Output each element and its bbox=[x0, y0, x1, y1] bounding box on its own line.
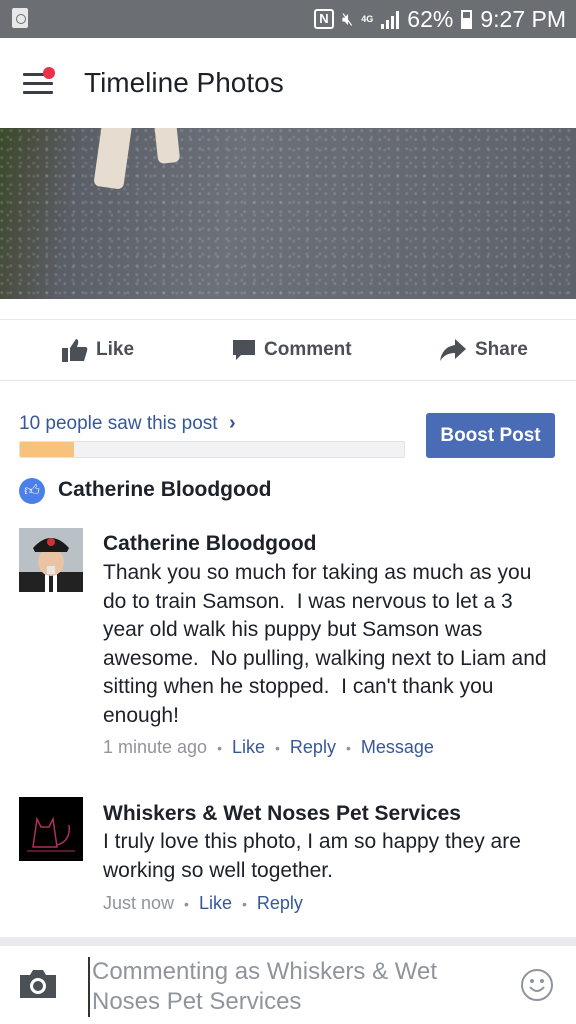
separator-dot: • bbox=[184, 895, 189, 912]
comment-text: Thank you so much for taking as much as … bbox=[103, 561, 553, 727]
comment-button[interactable]: Comment bbox=[232, 320, 352, 380]
child-avatar-image bbox=[19, 528, 83, 592]
separator-dot: • bbox=[217, 739, 222, 756]
comment-like-link[interactable]: Like bbox=[232, 737, 265, 758]
comment-icon bbox=[233, 340, 255, 360]
signal-icon bbox=[381, 9, 400, 29]
network-type-icon: 4G bbox=[361, 13, 374, 24]
comment-text: I truly love this photo, I am so happy t… bbox=[103, 830, 527, 882]
separator-dot: • bbox=[241, 895, 247, 912]
like-button[interactable]: Like bbox=[62, 320, 134, 380]
smiley-face bbox=[529, 979, 545, 992]
liker-name[interactable]: Catherine Bloodgood bbox=[58, 478, 272, 502]
pet-services-logo bbox=[19, 797, 83, 861]
comment-message-link[interactable]: Message bbox=[361, 737, 434, 758]
separator-dot: • bbox=[275, 739, 280, 756]
share-icon bbox=[440, 339, 466, 361]
post-reach-link[interactable]: 10 people saw this post bbox=[19, 413, 218, 435]
thumbs-up-icon bbox=[62, 339, 88, 362]
nfc-icon: N bbox=[313, 9, 334, 29]
like-label: Like bbox=[96, 339, 135, 360]
comment-reply-link[interactable]: Reply bbox=[257, 893, 303, 914]
boost-post-button[interactable]: Boost Post bbox=[426, 413, 555, 458]
menu-notification-dot bbox=[43, 67, 55, 79]
comment-input[interactable]: Commenting as Whiskers & Wet Noses Pet S… bbox=[88, 957, 488, 1017]
comment-timestamp: 1 minute ago bbox=[103, 737, 208, 757]
comment-label: Comment bbox=[264, 339, 352, 360]
separator-dot: • bbox=[345, 739, 351, 756]
mute-icon: 🔇︎ bbox=[341, 8, 354, 29]
post-actions: Like Comment Share bbox=[0, 319, 576, 381]
app-bar: Timeline Photos bbox=[0, 38, 576, 128]
composer-divider bbox=[0, 937, 576, 946]
emoji-icon[interactable] bbox=[521, 969, 553, 1001]
battery-percent: 62% bbox=[407, 5, 454, 32]
reach-progress-fill bbox=[20, 442, 74, 457]
status-bar: N 🔇︎ 4G 62% 9:27 PM bbox=[0, 0, 576, 38]
page-title: Timeline Photos bbox=[84, 67, 284, 98]
clock: 9:27 PM bbox=[480, 5, 566, 32]
comment-like-link[interactable]: Like bbox=[199, 893, 232, 914]
comment-composer: Commenting as Whiskers & Wet Noses Pet S… bbox=[0, 946, 576, 1024]
status-icons: N 🔇︎ 4G 62% 9:27 PM bbox=[313, 0, 566, 38]
reach-progress-bar bbox=[19, 441, 405, 458]
share-button[interactable]: Share bbox=[439, 320, 528, 380]
like-reaction-icon: 👍︎ bbox=[19, 478, 45, 504]
avatar[interactable] bbox=[19, 797, 83, 861]
dog-leg bbox=[93, 128, 133, 190]
battery-icon bbox=[461, 9, 473, 29]
comment-author[interactable]: Whiskers & Wet Noses Pet Services bbox=[103, 802, 461, 826]
avatar[interactable] bbox=[19, 528, 83, 592]
screenshot-notification-icon bbox=[12, 8, 28, 28]
comment-author[interactable]: Catherine Bloodgood bbox=[103, 532, 317, 556]
comment-meta: Just now • Like • Reply bbox=[103, 893, 303, 914]
camera-icon[interactable] bbox=[18, 968, 58, 1000]
comment-timestamp: Just now bbox=[103, 893, 175, 913]
chevron-right-icon[interactable]: › bbox=[229, 412, 236, 435]
comment-reply-link[interactable]: Reply bbox=[290, 737, 336, 758]
comment-meta: 1 minute ago • Like • Reply • Message bbox=[103, 737, 434, 758]
dog-leg bbox=[153, 128, 181, 165]
post-photo[interactable] bbox=[0, 128, 576, 299]
share-label: Share bbox=[475, 339, 528, 360]
